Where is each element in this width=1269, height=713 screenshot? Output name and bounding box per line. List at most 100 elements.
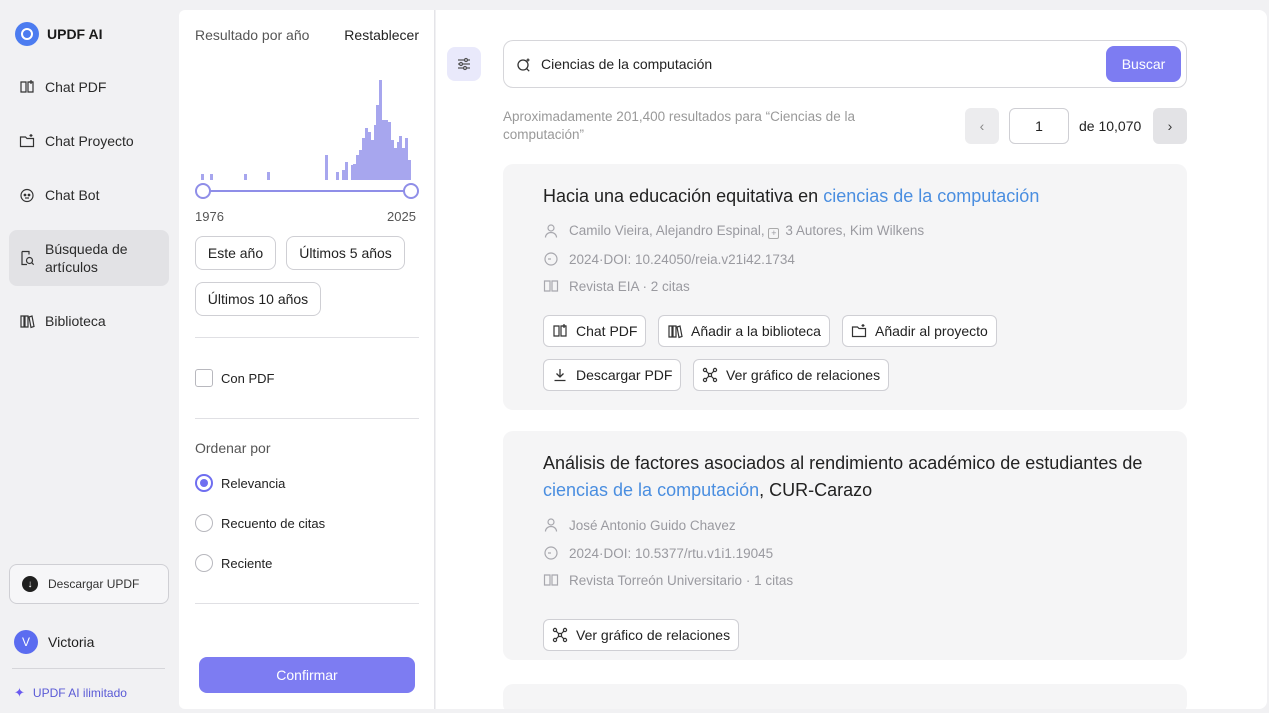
- article-search-icon: [19, 250, 35, 266]
- sort-option-recuento-citas[interactable]: Recuento de citas: [195, 514, 325, 532]
- divider: [195, 337, 419, 338]
- more-authors[interactable]: 3 Autores,: [785, 223, 846, 238]
- last-author[interactable]: Kim Wilkens: [850, 223, 924, 238]
- divider: [195, 603, 419, 604]
- title-highlight: ciencias de la computación: [823, 186, 1040, 206]
- button-label: Descargar PDF: [576, 367, 673, 383]
- radio[interactable]: [195, 554, 213, 572]
- doi-text[interactable]: 2024·DOI: 10.24050/reia.v21i42.1734: [569, 252, 795, 267]
- chat-pdf-button[interactable]: Chat PDF: [543, 315, 647, 347]
- pdf-filter[interactable]: Con PDF: [195, 369, 274, 387]
- graph-icon: [702, 367, 718, 383]
- histogram-bar: [267, 172, 271, 180]
- main-content: Ciencias de la computación Buscar Aproxi…: [436, 10, 1267, 709]
- book-chat-icon: [552, 323, 568, 339]
- user-icon: [543, 517, 559, 533]
- button-label: Ver gráfico de relaciones: [726, 367, 881, 383]
- user-name: Victoria: [48, 634, 95, 650]
- search-input[interactable]: Ciencias de la computación: [541, 56, 712, 72]
- pdf-checkbox[interactable]: [195, 369, 213, 387]
- sidebar-item-label: Biblioteca: [45, 313, 106, 329]
- library-icon: [19, 313, 35, 329]
- title-text: , CUR-Carazo: [759, 480, 873, 500]
- result-card: Análisis de factores asociados al rendim…: [503, 431, 1187, 660]
- histogram-bar: [344, 162, 348, 180]
- result-journal: Revista Torreón Universitario · 1 citas: [543, 572, 793, 588]
- sliders-icon: [456, 56, 472, 72]
- year-histogram: [201, 80, 412, 180]
- sort-title: Ordenar por: [195, 440, 271, 456]
- author-list[interactable]: José Antonio Guido Chavez: [569, 518, 736, 533]
- page-input[interactable]: 1: [1009, 108, 1069, 144]
- results-count: Aproximadamente 201,400 resultados para …: [503, 109, 855, 142]
- reset-button[interactable]: Restablecer: [344, 27, 419, 43]
- title-highlight: ciencias de la computación: [543, 480, 760, 500]
- next-page-button[interactable]: ›: [1153, 108, 1187, 144]
- user-profile[interactable]: V Victoria: [14, 630, 94, 654]
- download-updf-button[interactable]: ↓ Descargar UPDF: [9, 564, 169, 604]
- brand-name: UPDF AI: [47, 26, 103, 42]
- year-slider-start-handle[interactable]: [195, 183, 211, 199]
- sidebar-item-busqueda-articulos[interactable]: Búsqueda de artículos: [9, 230, 169, 286]
- year-filter-header: Resultado por año Restablecer: [195, 27, 419, 43]
- folder-add-icon: [851, 323, 867, 339]
- chip-ultimos-10-anos[interactable]: Últimos 10 años: [195, 282, 321, 316]
- download-icon: ↓: [22, 576, 38, 592]
- sort-option-reciente[interactable]: Reciente: [195, 554, 272, 572]
- filter-panel: Resultado por año Restablecer 1976 2025 …: [179, 10, 435, 709]
- relations-graph-button[interactable]: Ver gráfico de relaciones: [693, 359, 890, 391]
- sidebar-item-chat-proyecto[interactable]: Chat Proyecto: [9, 119, 169, 163]
- chip-este-ano[interactable]: Este año: [195, 236, 276, 270]
- sidebar-item-label: Chat Proyecto: [45, 133, 134, 149]
- sidebar-item-biblioteca[interactable]: Biblioteca: [9, 299, 169, 343]
- divider: [195, 418, 419, 419]
- button-label: Ver gráfico de relaciones: [576, 627, 731, 643]
- more-authors-icon: +: [768, 228, 780, 239]
- sidebar-item-chat-bot[interactable]: Chat Bot: [9, 173, 169, 217]
- add-to-library-button[interactable]: Añadir a la biblioteca: [658, 315, 830, 347]
- filter-toggle-button[interactable]: [447, 47, 481, 81]
- unlimited-link[interactable]: ✦ UPDF AI ilimitado: [14, 685, 127, 701]
- library-icon: [667, 323, 683, 339]
- sort-option-relevancia[interactable]: Relevancia: [195, 474, 285, 492]
- radio-selected[interactable]: [195, 474, 213, 492]
- histogram-bar: [209, 174, 213, 180]
- histogram-bar: [324, 155, 328, 180]
- relations-graph-button[interactable]: Ver gráfico de relaciones: [543, 619, 740, 651]
- year-filter-title: Resultado por año: [195, 27, 310, 43]
- result-authors: Camilo Vieira, Alejandro Espinal, +3 Aut…: [543, 223, 924, 239]
- title-text: Hacia una educación equitativa en: [543, 186, 824, 206]
- result-journal: Revista EIA · 2 citas: [543, 278, 690, 294]
- folder-chat-icon: [19, 133, 35, 149]
- result-title[interactable]: Análisis de factores asociados al rendim…: [543, 450, 1153, 504]
- confirm-button[interactable]: Confirmar: [199, 657, 415, 693]
- brand[interactable]: UPDF AI: [15, 22, 102, 46]
- chip-ultimos-5-anos[interactable]: Últimos 5 años: [286, 236, 405, 270]
- year-end-label: 2025: [387, 209, 416, 224]
- search-button[interactable]: Buscar: [1106, 46, 1181, 82]
- total-pages: de 10,070: [1079, 118, 1142, 134]
- result-card: Hacia una educación equitativa en cienci…: [503, 164, 1187, 410]
- button-label: Añadir al proyecto: [875, 323, 988, 339]
- author-list[interactable]: Camilo Vieira, Alejandro Espinal,: [569, 223, 768, 238]
- sparkle-icon: ✦: [14, 685, 25, 700]
- prev-page-button[interactable]: ‹: [965, 108, 999, 144]
- add-to-project-button[interactable]: Añadir al proyecto: [842, 315, 997, 347]
- chevron-left-icon: ‹: [979, 118, 985, 134]
- doi-text[interactable]: 2024·DOI: 10.5377/rtu.v1i1.19045: [569, 546, 773, 561]
- radio[interactable]: [195, 514, 213, 532]
- divider: [12, 668, 165, 669]
- histogram-bar: [336, 172, 340, 180]
- download-icon: [552, 367, 568, 383]
- clock-icon: [543, 545, 559, 561]
- year-slider-track[interactable]: [203, 190, 411, 192]
- download-pdf-button[interactable]: Descargar PDF: [543, 359, 682, 391]
- year-slider-end-handle[interactable]: [403, 183, 419, 199]
- bot-icon: [19, 187, 35, 203]
- result-doi: 2024·DOI: 10.5377/rtu.v1i1.19045: [543, 545, 773, 561]
- button-label: Añadir a la biblioteca: [691, 323, 821, 339]
- result-title[interactable]: Hacia una educación equitativa en cienci…: [543, 183, 1153, 210]
- sort-option-label: Recuento de citas: [221, 515, 326, 531]
- sidebar-item-label: Chat PDF: [45, 79, 107, 95]
- sidebar-item-chat-pdf[interactable]: Chat PDF: [9, 65, 169, 109]
